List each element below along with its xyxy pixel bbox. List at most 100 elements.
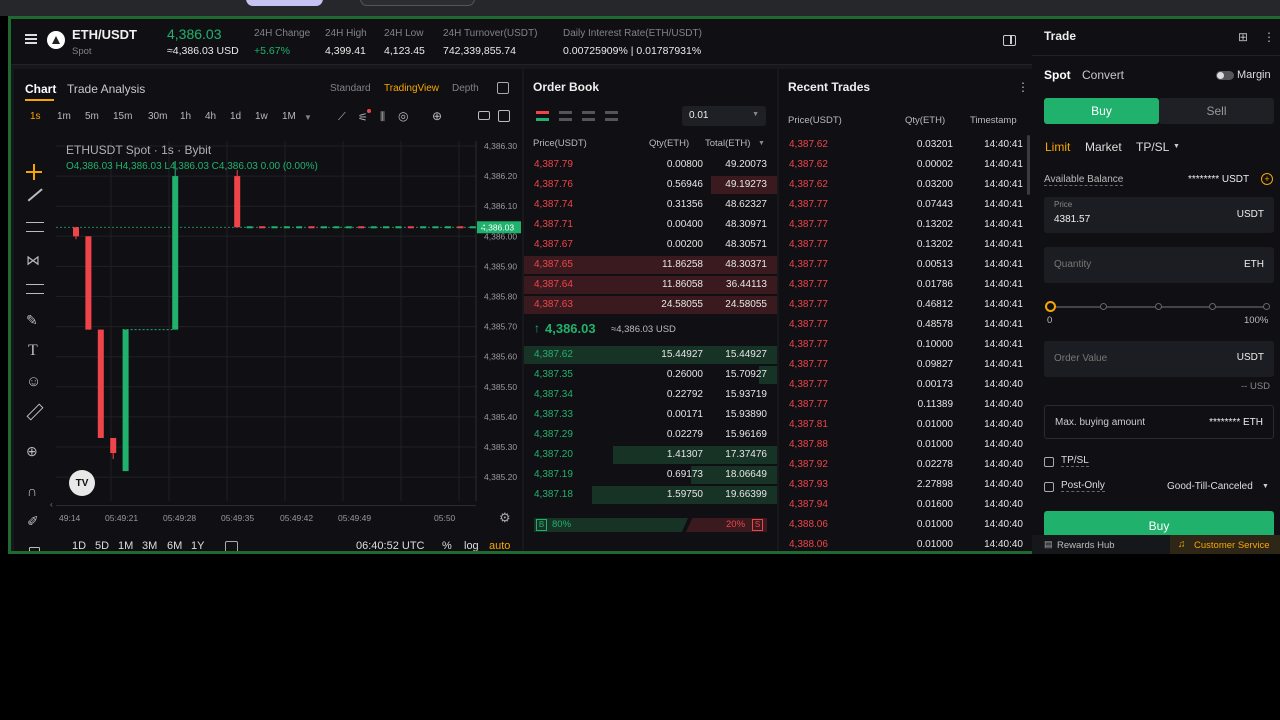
date-range-icon[interactable]	[225, 541, 238, 551]
bid-row[interactable]: 4,387.18 1.59750 19.66399	[524, 485, 777, 505]
bid-row[interactable]: 4,387.35 0.26000 15.70927	[524, 365, 777, 385]
bid-row[interactable]: 4,387.20 1.41307 17.37476	[524, 445, 777, 465]
candle[interactable]	[296, 226, 303, 229]
scroll-left-icon[interactable]: ‹	[50, 500, 53, 509]
view-standard[interactable]: Standard	[330, 83, 371, 94]
precision-select[interactable]: 0.01 ▼	[682, 106, 766, 126]
price-field[interactable]: Price 4381.57 USDT	[1044, 197, 1274, 233]
candle[interactable]	[283, 226, 290, 229]
slider-mark-25[interactable]	[1100, 303, 1107, 310]
fullscreen-icon[interactable]	[497, 82, 509, 94]
zoom-icon[interactable]: ⊕	[26, 443, 38, 460]
interval-1w[interactable]: 1w	[255, 111, 268, 122]
interval-1s[interactable]: 1s	[30, 111, 41, 122]
tab-chart[interactable]: Chart	[25, 82, 56, 96]
menu-icon[interactable]	[25, 34, 37, 44]
fib-icon[interactable]	[26, 284, 44, 294]
grid-icon[interactable]: ⊞	[1238, 30, 1248, 44]
candle[interactable]	[358, 226, 365, 229]
quantity-slider[interactable]	[1045, 301, 1270, 312]
candle[interactable]	[482, 226, 489, 229]
bid-row[interactable]: 4,387.29 0.02279 15.96169	[524, 425, 777, 445]
trendline-icon[interactable]	[27, 188, 43, 202]
interval-dropdown-icon[interactable]: ▼	[304, 113, 312, 122]
range-5D[interactable]: 5D	[95, 540, 109, 551]
candle[interactable]	[172, 176, 179, 330]
indicators-icon[interactable]: ⟋	[338, 111, 346, 124]
candle[interactable]	[395, 226, 402, 229]
camera-icon[interactable]	[478, 111, 490, 120]
chart-settings-icon[interactable]: ⚟	[358, 111, 368, 124]
ob-view-asks-icon[interactable]	[582, 111, 595, 121]
browser-tab-active[interactable]	[246, 0, 323, 6]
order-type-limit[interactable]: Limit	[1045, 140, 1070, 154]
pair-name[interactable]: ETH/USDT	[72, 27, 137, 42]
interval-30m[interactable]: 30m	[148, 111, 167, 122]
range-1D[interactable]: 1D	[72, 540, 86, 551]
ask-row[interactable]: 4,387.67 0.00200 48.30571	[524, 235, 777, 255]
candle[interactable]	[383, 226, 389, 229]
panel-more-icon[interactable]: ⋮	[1263, 30, 1275, 44]
candle[interactable]	[407, 226, 414, 229]
browser-tab[interactable]	[360, 0, 475, 6]
bid-row[interactable]: 4,387.19 0.69173 18.06649	[524, 465, 777, 485]
ask-row[interactable]: 4,387.64 11.86058 36.44113	[524, 275, 777, 295]
ask-row[interactable]: 4,387.79 0.00800 49.20073	[524, 155, 777, 175]
candle[interactable]	[321, 226, 327, 229]
interval-1m[interactable]: 1m	[57, 111, 71, 122]
order-value-field[interactable]: Order Value USDT	[1044, 341, 1274, 377]
horizontal-lines-icon[interactable]	[26, 222, 44, 232]
candle[interactable]	[271, 226, 278, 229]
tpsl-checkbox[interactable]	[1044, 457, 1054, 467]
trades-scrollbar[interactable]	[1027, 135, 1030, 195]
sell-tab[interactable]: Sell	[1159, 98, 1274, 124]
candle[interactable]	[259, 226, 265, 229]
candle[interactable]	[333, 226, 340, 229]
ask-row[interactable]: 4,387.65 11.86258 48.30371	[524, 255, 777, 275]
candle[interactable]	[246, 226, 253, 229]
interval-1h[interactable]: 1h	[180, 111, 191, 122]
view-depth[interactable]: Depth	[452, 83, 479, 94]
interval-1d[interactable]: 1d	[230, 111, 241, 122]
ask-row[interactable]: 4,387.74 0.31356 48.62327	[524, 195, 777, 215]
rewards-icon[interactable]: ▤	[1044, 539, 1053, 550]
candlestick-chart[interactable]: 4,386.304,386.204,386.104,386.004,385.90…	[56, 141, 522, 501]
emoji-icon[interactable]: ☺	[26, 373, 41, 390]
view-tradingview[interactable]: TradingView	[384, 83, 439, 94]
candle[interactable]	[234, 176, 241, 228]
candle[interactable]	[110, 437, 117, 454]
expand-icon[interactable]	[498, 110, 510, 122]
candle[interactable]	[432, 226, 439, 229]
candle[interactable]	[73, 227, 79, 237]
bid-row[interactable]: 4,387.33 0.00171 15.93890	[524, 405, 777, 425]
post-only-checkbox[interactable]	[1044, 482, 1054, 492]
interval-4h[interactable]: 4h	[205, 111, 216, 122]
magnet-icon[interactable]: ∩	[27, 483, 37, 499]
range-6M[interactable]: 6M	[167, 540, 182, 551]
order-type-tpsl[interactable]: TP/SL	[1136, 140, 1169, 154]
log-toggle[interactable]: log	[464, 540, 479, 551]
candles-type-icon[interactable]: ⫼	[380, 111, 385, 124]
rewards-hub-link[interactable]: Rewards Hub	[1057, 540, 1115, 551]
candle[interactable]	[308, 226, 315, 229]
tab-trade-analysis[interactable]: Trade Analysis	[67, 82, 145, 96]
buy-tab[interactable]: Buy	[1044, 98, 1159, 124]
add-indicator-icon[interactable]: ⊕	[432, 109, 442, 123]
ask-row[interactable]: 4,387.71 0.00400 48.30971	[524, 215, 777, 235]
brush-icon[interactable]: ✎	[26, 312, 38, 329]
percent-toggle[interactable]: %	[442, 540, 452, 551]
ob-view-both-icon[interactable]	[536, 111, 549, 121]
time-in-force[interactable]: Good-Till-Canceled	[1167, 481, 1253, 492]
chart-settings-gear-icon[interactable]: ⚙	[499, 510, 511, 526]
candle[interactable]	[85, 236, 92, 330]
candle[interactable]	[345, 226, 352, 229]
candle[interactable]	[420, 226, 427, 229]
ob-view-compact-icon[interactable]	[605, 111, 618, 121]
utc-clock[interactable]: 06:40:52 UTC	[356, 540, 424, 551]
ask-row[interactable]: 4,387.63 24.58055 24.58055	[524, 295, 777, 315]
interval-1M[interactable]: 1M	[282, 111, 296, 122]
range-3M[interactable]: 3M	[142, 540, 157, 551]
order-type-chevron-icon[interactable]: ▼	[1173, 143, 1180, 150]
ruler-icon[interactable]	[26, 403, 44, 421]
slider-mark-50[interactable]	[1155, 303, 1162, 310]
